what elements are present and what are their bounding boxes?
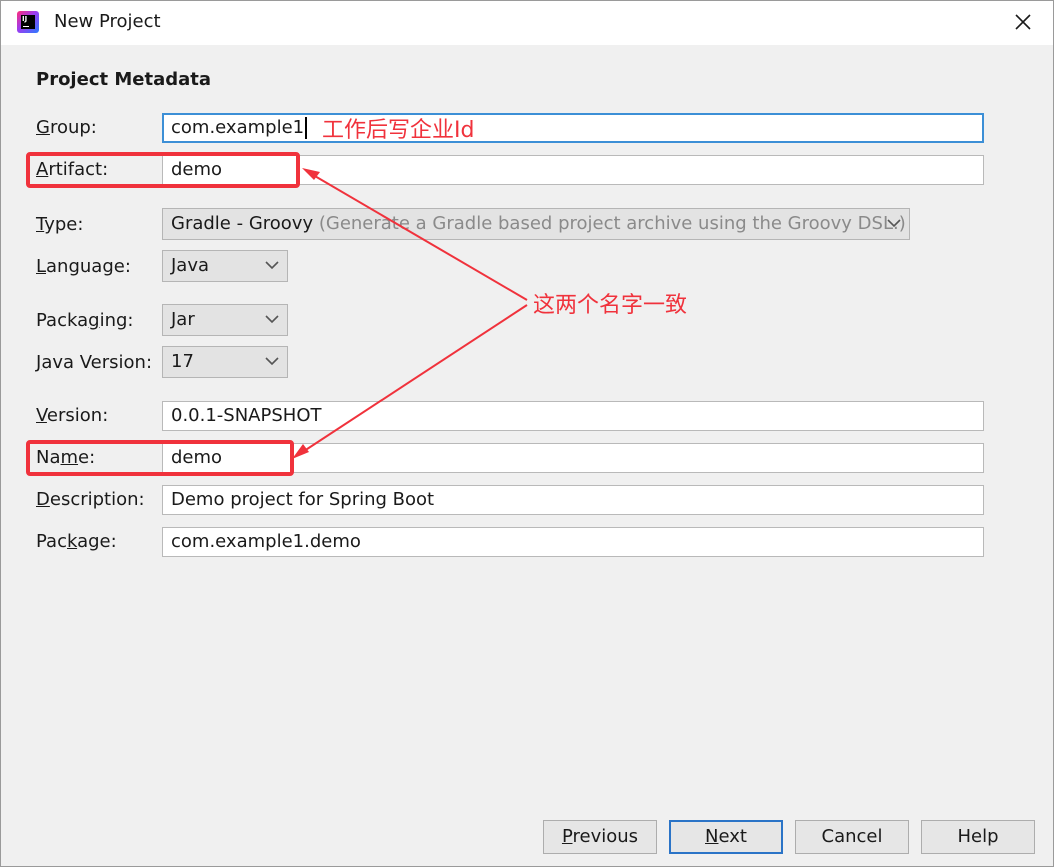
arrow-to-name: [297, 304, 528, 456]
arrow-to-artifact: [307, 171, 528, 301]
arrowhead-name: [292, 444, 309, 459]
annotation-arrows: [292, 168, 528, 459]
